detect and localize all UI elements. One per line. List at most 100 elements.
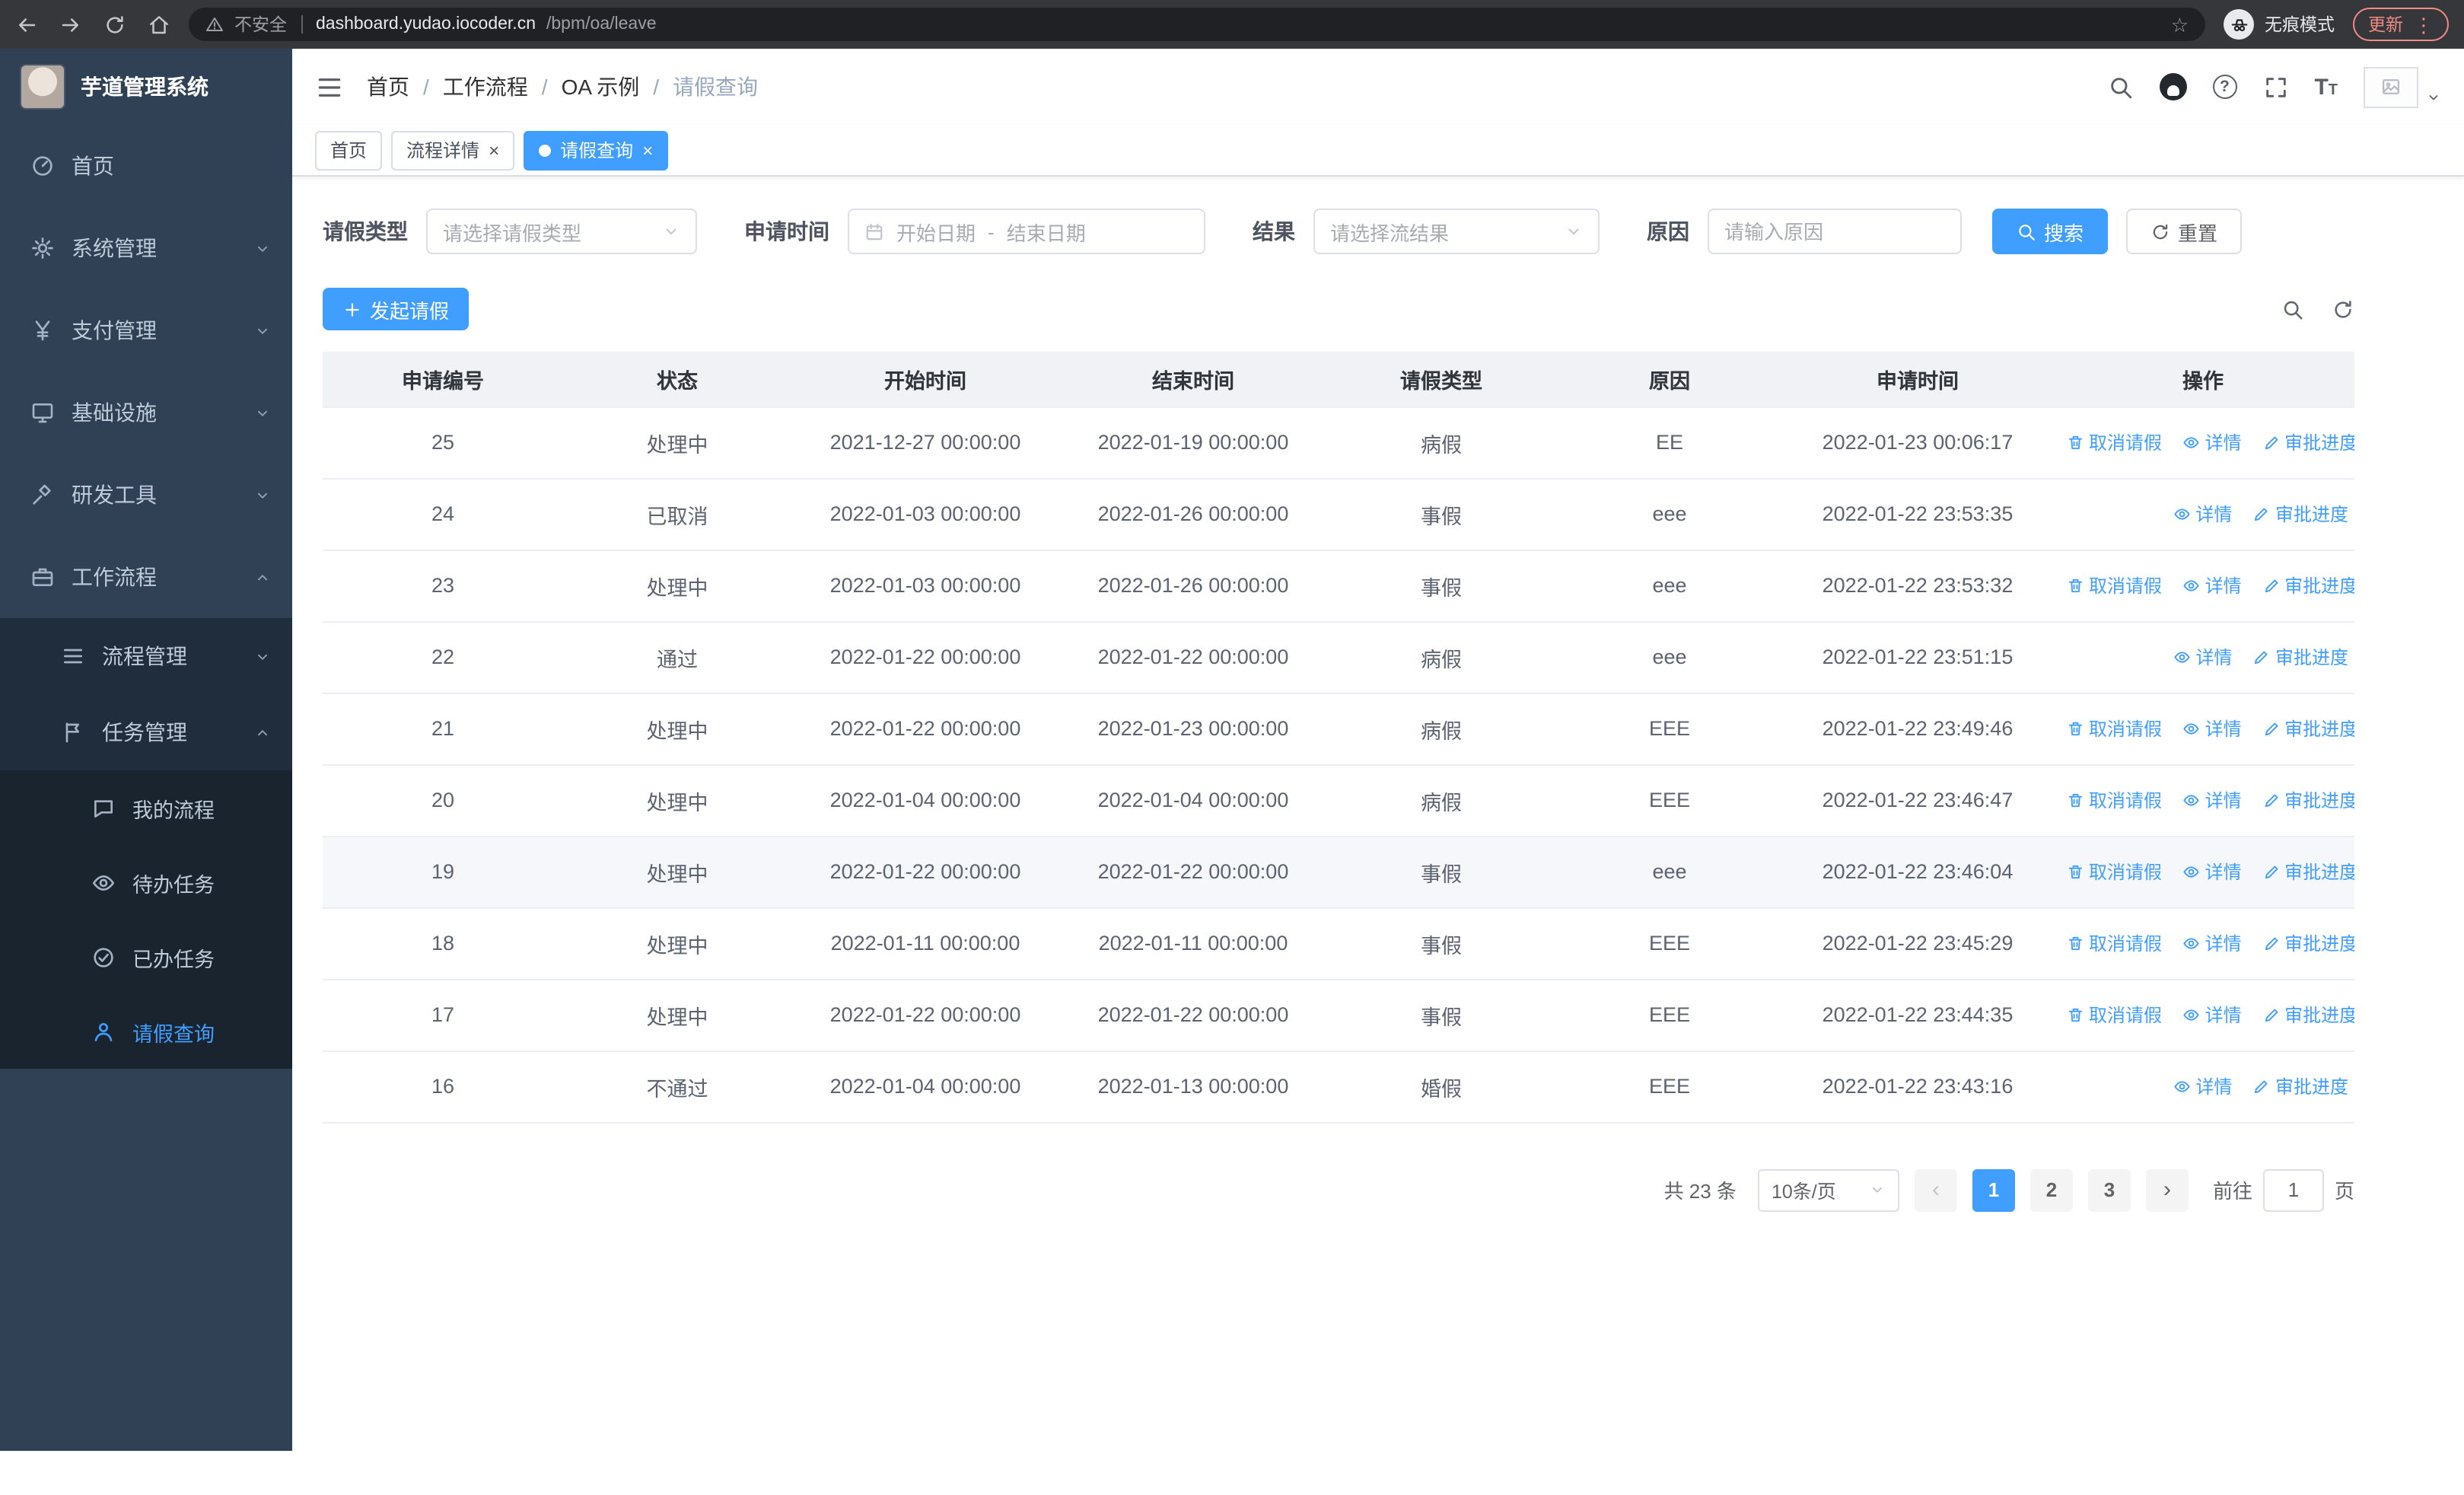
- cell-reason: EEE: [1555, 693, 1784, 765]
- sidebar-item-workflow[interactable]: 工作流程: [0, 536, 292, 618]
- chevron-up-icon: [258, 574, 267, 580]
- sidebar-collapse-icon[interactable]: [315, 72, 344, 101]
- bookmark-star-icon[interactable]: ☆: [2171, 14, 2189, 34]
- pen-icon: [2264, 435, 2278, 449]
- approval-progress-label: 审批进度: [2275, 503, 2348, 525]
- sidebar-item-home[interactable]: 首页: [0, 125, 292, 207]
- cancel-leave-button[interactable]: 取消请假: [2067, 1002, 2162, 1028]
- sidebar-item-payment[interactable]: 支付管理: [0, 289, 292, 371]
- breadcrumb-item[interactable]: OA 示例: [562, 72, 640, 102]
- leave-type-select[interactable]: 请选择请假类型: [426, 209, 697, 254]
- help-icon[interactable]: ?: [2212, 75, 2237, 99]
- close-icon[interactable]: ×: [489, 141, 499, 159]
- cancel-leave-button[interactable]: 取消请假: [2067, 930, 2162, 956]
- browser-forward-icon[interactable]: [59, 13, 82, 36]
- date-range-picker[interactable]: 开始日期 - 结束日期: [848, 209, 1205, 254]
- eye-icon: [2174, 651, 2190, 662]
- detail-button[interactable]: 详情: [2183, 787, 2242, 813]
- sidebar-item-infrastructure[interactable]: 基础设施: [0, 371, 292, 454]
- cell-apply-id: 24: [323, 478, 563, 550]
- cancel-leave-button[interactable]: 取消请假: [2067, 716, 2162, 741]
- browser-update-button[interactable]: 更新 ⋮: [2353, 8, 2449, 41]
- user-menu[interactable]: [2364, 66, 2441, 107]
- next-page-button[interactable]: ›: [2145, 1168, 2189, 1211]
- toggle-search-icon[interactable]: [2281, 298, 2304, 320]
- search-button-label: 搜索: [2044, 222, 2084, 244]
- detail-button[interactable]: 详情: [2183, 572, 2242, 598]
- breadcrumb-item[interactable]: 工作流程: [443, 72, 528, 102]
- browser-home-icon[interactable]: [148, 13, 170, 36]
- tab-process-detail[interactable]: 流程详情 ×: [391, 130, 515, 170]
- cell-leave-type: 事假: [1327, 478, 1555, 550]
- refresh-table-icon[interactable]: [2332, 298, 2354, 320]
- detail-button[interactable]: 详情: [2183, 859, 2242, 885]
- cell-actions: 取消请假 详情 审批进度: [2052, 979, 2354, 1051]
- reason-input[interactable]: [1709, 210, 1960, 253]
- search-button[interactable]: 搜索: [1992, 209, 2109, 254]
- approval-progress-button[interactable]: 审批进度: [2253, 1073, 2348, 1099]
- goto-page-input[interactable]: [2262, 1168, 2324, 1211]
- page-button-2[interactable]: 2: [2029, 1168, 2073, 1211]
- sidebar-item-leave-query[interactable]: 请假查询: [0, 994, 292, 1069]
- font-size-icon[interactable]: TT: [2314, 75, 2338, 98]
- tab-home[interactable]: 首页: [315, 130, 383, 170]
- approval-progress-button[interactable]: 审批进度: [2262, 572, 2354, 598]
- approval-progress-button[interactable]: 审批进度: [2262, 930, 2354, 956]
- approval-progress-button[interactable]: 审批进度: [2253, 644, 2348, 670]
- cell-status: 通过: [563, 621, 791, 693]
- approval-progress-button[interactable]: 审批进度: [2262, 716, 2354, 741]
- cell-end-time: 2022-01-23 00:00:00: [1059, 693, 1327, 765]
- security-warning-icon[interactable]: [205, 15, 224, 33]
- approval-progress-button[interactable]: 审批进度: [2262, 859, 2354, 885]
- sidebar-item-devtools[interactable]: 研发工具: [0, 454, 292, 536]
- detail-button[interactable]: 详情: [2173, 1073, 2232, 1099]
- reset-button[interactable]: 重置: [2126, 209, 2243, 254]
- approval-progress-button[interactable]: 审批进度: [2262, 429, 2354, 455]
- github-icon[interactable]: [2159, 73, 2187, 100]
- cell-status: 处理中: [563, 979, 791, 1051]
- cancel-leave-button[interactable]: 取消请假: [2067, 572, 2162, 598]
- approval-progress-label: 审批进度: [2284, 1004, 2354, 1026]
- cell-leave-type: 事假: [1327, 907, 1555, 980]
- cell-reason: eee: [1555, 550, 1784, 622]
- detail-button[interactable]: 详情: [2173, 644, 2232, 670]
- search-icon[interactable]: [2107, 74, 2133, 100]
- cancel-leave-button[interactable]: 取消请假: [2067, 787, 2162, 813]
- sidebar-item-task-management[interactable]: 任务管理: [0, 694, 292, 770]
- browser-back-icon[interactable]: [15, 13, 38, 36]
- approval-progress-button[interactable]: 审批进度: [2253, 501, 2348, 527]
- browser-menu-icon[interactable]: ⋮: [2414, 14, 2434, 34]
- address-bar[interactable]: 不安全 dashboard.yudao.iocoder.cn/bpm/oa/le…: [189, 8, 2205, 41]
- approval-progress-label: 审批进度: [2275, 646, 2348, 668]
- cancel-leave-button[interactable]: 取消请假: [2067, 429, 2162, 455]
- reset-button-label: 重置: [2178, 222, 2218, 244]
- result-select[interactable]: 请选择流结果: [1313, 209, 1600, 254]
- create-leave-button[interactable]: 发起请假: [323, 288, 470, 330]
- detail-label: 详情: [2205, 1004, 2242, 1026]
- approval-progress-button[interactable]: 审批进度: [2262, 1002, 2354, 1028]
- tab-leave-query[interactable]: 请假查询 ×: [524, 130, 669, 170]
- breadcrumb-item[interactable]: 首页: [367, 72, 409, 102]
- sidebar-item-system[interactable]: 系统管理: [0, 207, 292, 289]
- page-button-3[interactable]: 3: [2087, 1168, 2131, 1211]
- detail-button[interactable]: 详情: [2183, 716, 2242, 741]
- prev-page-button[interactable]: ‹: [1914, 1168, 1957, 1211]
- approval-progress-button[interactable]: 审批进度: [2262, 787, 2354, 813]
- detail-button[interactable]: 详情: [2183, 930, 2242, 956]
- chevron-down-icon: [258, 410, 267, 416]
- detail-button[interactable]: 详情: [2183, 1002, 2242, 1028]
- browser-reload-icon[interactable]: [103, 13, 126, 36]
- sidebar-item-todo-tasks[interactable]: 待办任务: [0, 845, 292, 920]
- detail-button[interactable]: 详情: [2173, 501, 2232, 527]
- page-button-1[interactable]: 1: [1972, 1168, 2015, 1211]
- detail-button[interactable]: 详情: [2183, 429, 2242, 455]
- fullscreen-icon[interactable]: [2262, 74, 2288, 100]
- close-icon[interactable]: ×: [642, 141, 653, 159]
- page-size-select[interactable]: 10条/页: [1757, 1168, 1899, 1211]
- logo: 芋道管理系统: [0, 49, 292, 125]
- sidebar-item-my-processes[interactable]: 我的流程: [0, 770, 292, 845]
- sidebar-item-done-tasks[interactable]: 已办任务: [0, 920, 292, 994]
- cell-reason: EE: [1555, 406, 1784, 479]
- sidebar-item-process-management[interactable]: 流程管理: [0, 618, 292, 694]
- cancel-leave-button[interactable]: 取消请假: [2067, 859, 2162, 885]
